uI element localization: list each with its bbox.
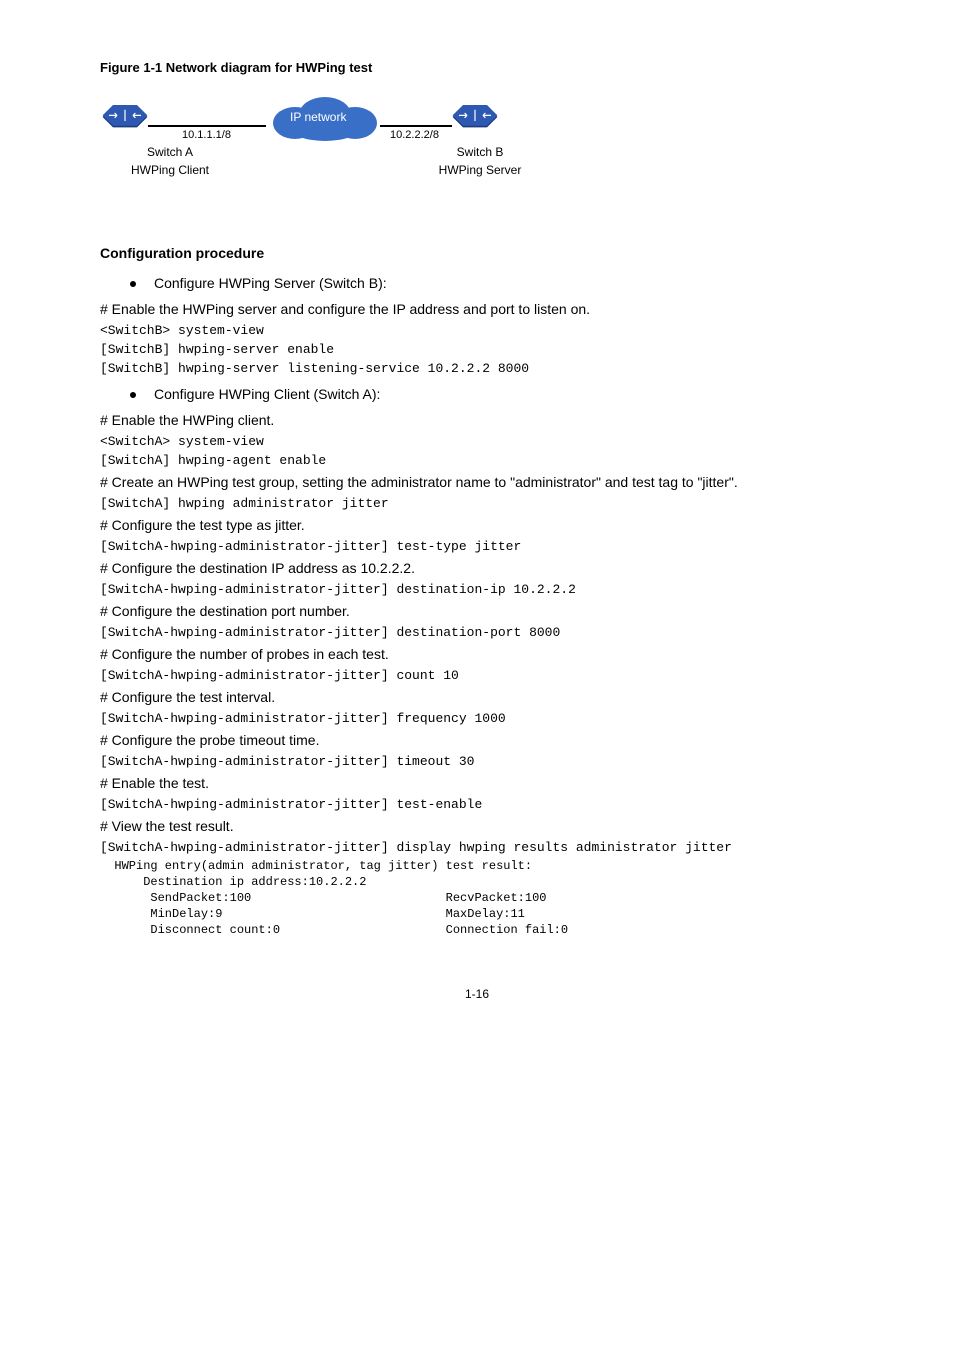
cfgA-cmd4: [SwitchA-hwping-administrator-jitter] te… [100, 539, 854, 554]
bullet-dot-icon [130, 281, 136, 287]
page-number: 1-16 [100, 987, 854, 1001]
cfgA-cmd6: [SwitchA-hwping-administrator-jitter] de… [100, 625, 854, 640]
out3: SendPacket:100 RecvPacket:100 [100, 891, 854, 905]
cfgA-cmd9: [SwitchA-hwping-administrator-jitter] ti… [100, 754, 854, 769]
cfgA-c2: # Create an HWPing test group, setting t… [100, 474, 854, 490]
cfgA-cmd5: [SwitchA-hwping-administrator-jitter] de… [100, 582, 854, 597]
switch-b-name: Switch B [430, 145, 530, 159]
bullet-2-text: Configure HWPing Client (Switch A): [154, 386, 380, 402]
cfgB-comment-1: # Enable the HWPing server and configure… [100, 301, 854, 317]
cfgA-cmd3: [SwitchA] hwping administrator jitter [100, 496, 854, 511]
link-right [380, 125, 452, 127]
bullet-dot-icon [130, 392, 136, 398]
cfgB-cmd-1: <SwitchB> system-view [100, 323, 854, 338]
cfgA-c6: # Configure the number of probes in each… [100, 646, 854, 662]
ip-right-label: 10.2.2.2/8 [390, 129, 439, 141]
bullet-1-text: Configure HWPing Server (Switch B): [154, 275, 387, 291]
cfgA-c1: # Enable the HWPing client. [100, 412, 854, 428]
switch-b-role: HWPing Server [420, 163, 540, 177]
bullet-2: Configure HWPing Client (Switch A): [130, 386, 854, 402]
switch-a-role: HWPing Client [110, 163, 230, 177]
cfgA-c8: # Configure the probe timeout time. [100, 732, 854, 748]
proc-heading: Configuration procedure [100, 245, 854, 261]
switch-b-icon [450, 105, 500, 129]
cfgA-c4: # Configure the destination IP address a… [100, 560, 854, 576]
switch-a-icon [100, 105, 150, 129]
cfgA-cmd1: <SwitchA> system-view [100, 434, 854, 449]
cfgA-cmd8: [SwitchA-hwping-administrator-jitter] fr… [100, 711, 854, 726]
cfgB-cmd-3: [SwitchB] hwping-server listening-servic… [100, 361, 854, 376]
link-left [148, 125, 266, 127]
cfgA-c9: # Enable the test. [100, 775, 854, 791]
cfgA-c10: # View the test result. [100, 818, 854, 834]
cfgA-cmd7: [SwitchA-hwping-administrator-jitter] co… [100, 668, 854, 683]
cfgA-cmd2: [SwitchA] hwping-agent enable [100, 453, 854, 468]
network-diagram: IP network 10.1.1.1/8 10.2.2.2/8 Switch … [100, 85, 854, 215]
ip-left-label: 10.1.1.1/8 [182, 129, 231, 141]
out2: Destination ip address:10.2.2.2 [100, 875, 854, 889]
switch-a-name: Switch A [120, 145, 220, 159]
cloud-label: IP network [290, 110, 346, 124]
cfgB-cmd-2: [SwitchB] hwping-server enable [100, 342, 854, 357]
cfgA-cmd10: [SwitchA-hwping-administrator-jitter] te… [100, 797, 854, 812]
cfgA-cmd11: [SwitchA-hwping-administrator-jitter] di… [100, 840, 854, 855]
cfgA-c3: # Configure the test type as jitter. [100, 517, 854, 533]
figure-title: Figure 1-1 Network diagram for HWPing te… [100, 60, 854, 75]
bullet-1: Configure HWPing Server (Switch B): [130, 275, 854, 291]
cfgA-c7: # Configure the test interval. [100, 689, 854, 705]
out4: MinDelay:9 MaxDelay:11 [100, 907, 854, 921]
cfgA-c5: # Configure the destination port number. [100, 603, 854, 619]
out1: HWPing entry(admin administrator, tag ji… [100, 859, 854, 873]
out5: Disconnect count:0 Connection fail:0 [100, 923, 854, 937]
